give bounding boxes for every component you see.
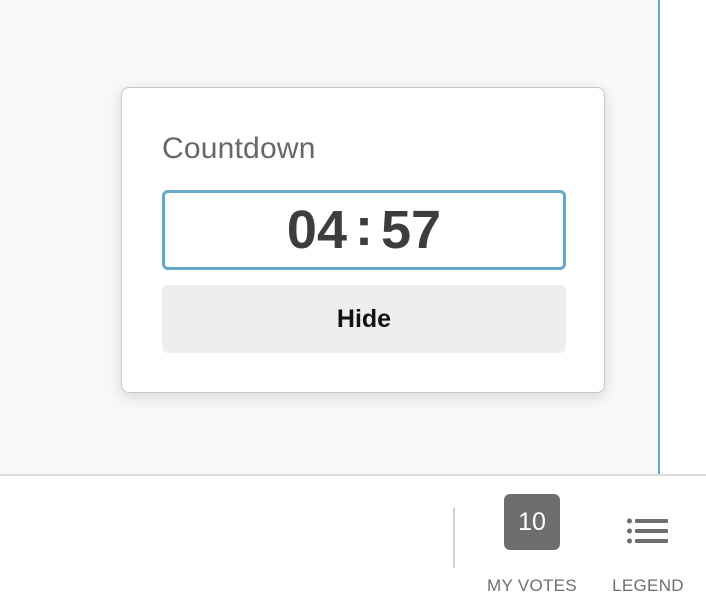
timer-seconds: 57 [380, 200, 442, 260]
legend-label: LEGEND [612, 576, 684, 595]
my-votes-button[interactable]: 10 MY VOTES [484, 492, 580, 595]
list-icon [627, 518, 668, 544]
toolbar-divider [453, 508, 455, 568]
votes-count-badge: 10 [504, 494, 560, 550]
timer-minutes: 04 [286, 200, 347, 260]
countdown-popover: Countdown 04 : 57 Hide [121, 87, 605, 393]
hide-button[interactable]: Hide [162, 285, 566, 353]
countdown-timer-display: 04 : 57 [162, 190, 566, 270]
legend-button[interactable]: LEGEND [604, 492, 692, 595]
countdown-title: Countdown [162, 132, 316, 165]
side-panel [660, 0, 706, 474]
timer-separator: : [355, 197, 373, 257]
bottom-toolbar: 10 MY VOTES LEGEND [0, 474, 706, 595]
my-votes-label: MY VOTES [487, 576, 577, 595]
